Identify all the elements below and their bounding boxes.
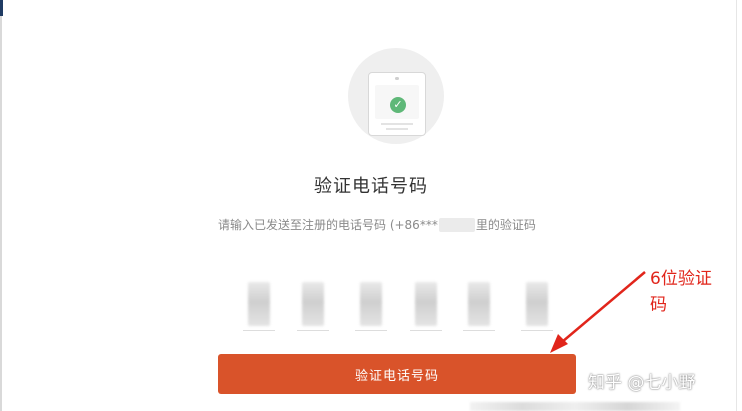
annotation-line-2: 码 (650, 295, 667, 315)
annotation-label: 6位验证 码 (650, 266, 730, 318)
annotation-line-1: 6位验证 (650, 269, 712, 289)
blurred-footer (470, 402, 680, 411)
watermark: 知乎 @七小野 (588, 373, 696, 393)
red-arrow-icon (550, 271, 646, 353)
